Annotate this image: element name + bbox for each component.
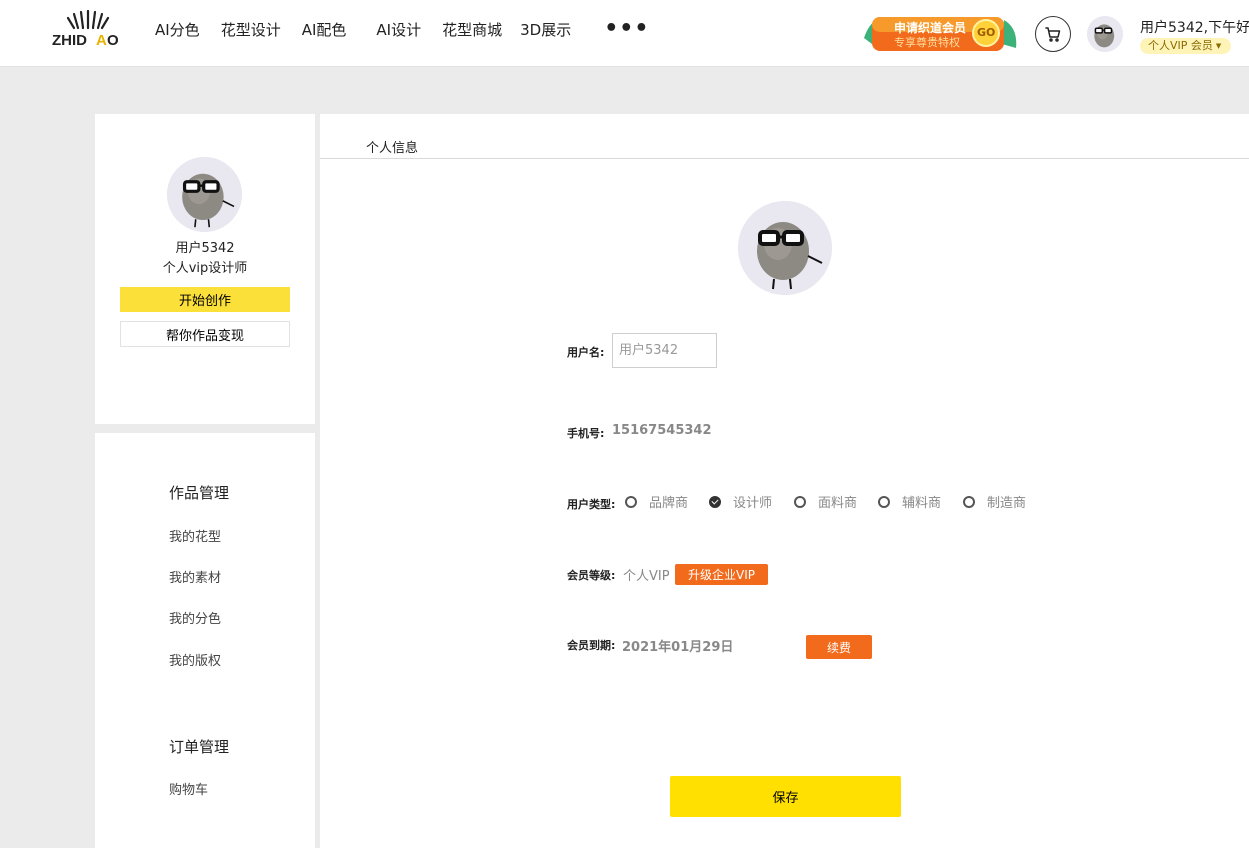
logo-text: ZHID [52,32,87,49]
nav-pattern-design[interactable]: 花型设计 [221,19,281,40]
phone-value: 15167545342 [612,423,712,438]
header-username[interactable]: 用户5342,下午好 [1140,17,1249,37]
header-avatar[interactable] [1087,16,1123,52]
radio-circle-icon [625,495,637,508]
username-input[interactable] [612,333,717,368]
expiry-label: 会员到期: [567,639,616,652]
tab-personal-info[interactable]: 个人信息 [366,137,418,156]
radio-accessory-supplier[interactable]: 辅料商 [878,492,941,511]
more-menu-icon[interactable]: ••• [604,18,649,40]
svg-text:O: O [107,32,119,49]
radio-manufacturer[interactable]: 制造商 [963,492,1026,511]
sidebar-avatar [167,157,242,232]
cart-button[interactable] [1035,16,1071,52]
radio-circle-icon [878,495,890,508]
nav-ai-color-separation[interactable]: AI分色 [155,19,200,40]
user-type-label: 用户类型: [567,498,616,511]
profile-avatar[interactable] [738,201,832,295]
menu-group-orders: 订单管理 [169,738,230,756]
caret-down-icon: ▼ [1215,42,1222,50]
sidebar-item-cart[interactable]: 购物车 [169,779,208,798]
main-nav: AI分色 花型设计 AI配色 AI设计 花型商城 3D展示 ••• [155,0,670,58]
username-label: 用户名: [567,346,605,359]
svg-text:A: A [96,32,107,49]
sidebar-item-my-materials[interactable]: 我的素材 [169,567,221,586]
nav-3d-display[interactable]: 3D展示 [520,19,571,40]
menu-group-works: 作品管理 [169,484,230,502]
member-badge[interactable]: 个人VIP 会员 ▼ [1140,38,1232,54]
vip-banner-line2: 专享尊贵特权 [894,36,960,49]
profile-panel: 个人信息 用户名: 手机号: 15167545342 用户类型: 品牌商 设计师… [320,114,1249,848]
go-icon: GO [977,26,996,39]
nav-pattern-mall[interactable]: 花型商城 [442,19,502,40]
start-creating-button[interactable]: 开始创作 [120,287,290,312]
radio-circle-icon [963,495,975,508]
phone-label: 手机号: [567,427,605,440]
zhidao-logo[interactable]: ZHID A O [52,10,132,50]
radio-brand[interactable]: 品牌商 [625,492,688,511]
sidebar-item-my-color-separations[interactable]: 我的分色 [169,608,221,627]
sidebar-username: 用户5342 [175,241,235,256]
divider [320,158,1249,159]
radio-checked-icon [709,495,721,508]
member-badge-label: 个人VIP 会员 [1148,39,1213,52]
sidebar-item-my-patterns[interactable]: 我的花型 [169,526,221,545]
radio-fabric-supplier[interactable]: 面料商 [794,492,857,511]
sidebar-item-my-copyrights[interactable]: 我的版权 [169,650,221,669]
renew-button[interactable]: 续费 [806,635,872,659]
expiry-value: 2021年01月29日 [622,640,734,655]
top-navbar: ZHID A O AI分色 花型设计 AI配色 AI设计 花型商城 3D展示 •… [0,0,1249,67]
monetize-works-button[interactable]: 帮你作品变现 [120,321,290,347]
profile-card: 用户5342 个人vip设计师 开始创作 帮你作品变现 [95,114,315,424]
sidebar-role: 个人vip设计师 [162,261,248,276]
member-level-label: 会员等级: [567,569,616,582]
nav-ai-design[interactable]: AI设计 [376,19,421,40]
save-button[interactable]: 保存 [670,776,901,817]
vip-apply-banner[interactable]: 申请织道会员 专享尊贵特权 GO [862,14,1018,54]
nav-ai-color-matching[interactable]: AI配色 [302,19,347,40]
cart-icon [1045,27,1061,42]
radio-designer[interactable]: 设计师 [709,492,772,511]
sidebar-menu: 作品管理 我的花型 我的素材 我的分色 我的版权 订单管理 购物车 [95,433,315,848]
member-level-value: 个人VIP [623,569,670,584]
radio-circle-icon [794,495,806,508]
upgrade-enterprise-vip-button[interactable]: 升级企业VIP [675,564,768,585]
